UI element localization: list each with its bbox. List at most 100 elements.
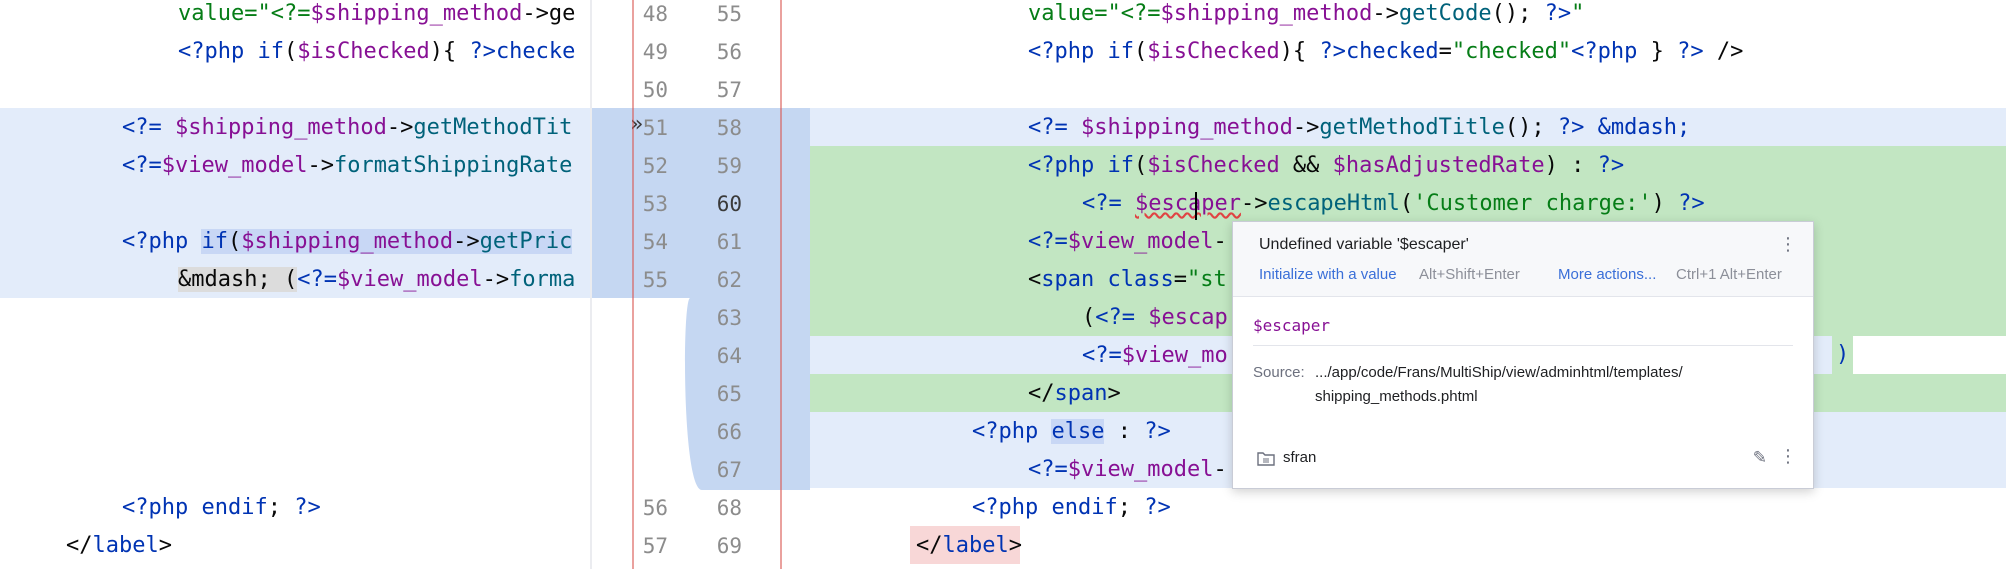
variable-name: $escaper	[1253, 316, 1331, 335]
diff-gutter: 48 55 49 56 50 57 51 58 52 59 53 60 54 61 55 62 63 64 65 66…	[592, 0, 810, 569]
code-token: }	[1650, 39, 1678, 64]
left-line-number: 55	[642, 268, 668, 292]
code-line[interactable]	[0, 299, 592, 337]
left-line-number: 56	[642, 496, 668, 520]
kebab-icon[interactable]: ⋮	[1779, 446, 1797, 467]
code-line[interactable]: <?= $shipping_method->getMethodTit	[0, 109, 592, 147]
code-token: ?>	[1144, 495, 1171, 520]
initialize-with-value-link[interactable]: Initialize with a value	[1259, 266, 1397, 283]
code-line[interactable]: <?php endif; ?>	[810, 489, 2006, 527]
code-token: ?>	[1144, 419, 1171, 444]
code-line[interactable]	[810, 71, 2006, 109]
left-line-number: 53	[642, 192, 668, 216]
shortcut-label: Alt+Shift+Enter	[1419, 266, 1520, 283]
code-token: ->	[1292, 115, 1320, 140]
code-token: if	[1107, 39, 1134, 64]
code-token: -	[1213, 229, 1227, 254]
code-line[interactable]: <?php if($isChecked){ ?>checked="checked…	[810, 33, 2006, 71]
kebab-icon[interactable]: ⋮	[1779, 234, 1797, 255]
code-line-text: <?php if($isChecked){ ?>checked="checked…	[1028, 33, 1743, 71]
code-line-text: <?php if($isChecked && $hasAdjustedRate)…	[1028, 147, 1624, 185]
code-token: $isChecked	[297, 39, 430, 64]
code-line-text: <?=$view_model-	[1028, 451, 1227, 489]
code-token: ;	[1117, 495, 1145, 520]
code-line[interactable]: <?= $escaper->escapeHtml('Customer charg…	[810, 185, 2006, 223]
code-token: $escaper	[1134, 191, 1241, 216]
code-token: ){	[429, 39, 470, 64]
right-line-number: 60	[716, 192, 742, 216]
code-token: <?=	[122, 153, 162, 178]
source-file[interactable]: shipping_methods.phtml	[1315, 388, 1478, 405]
code-token: <?php	[1571, 39, 1651, 64]
code-token: $view_model	[336, 267, 483, 292]
code-token: (	[1082, 305, 1096, 330]
code-line-text: <?= $shipping_method->getMethodTitle(); …	[1028, 109, 1690, 147]
code-token: <?=	[1028, 457, 1068, 482]
diff-connector	[592, 108, 810, 490]
code-line-text: <?php else : ?>	[972, 413, 1171, 451]
right-line-number: 62	[716, 268, 742, 292]
left-line-number: 52	[642, 154, 668, 178]
code-line[interactable]	[0, 185, 592, 223]
source-path[interactable]: .../app/code/Frans/MultiShip/view/adminh…	[1315, 364, 1683, 381]
code-token: $shipping_method	[241, 229, 454, 254]
code-line[interactable]: value="<?=$shipping_method->getCode(); ?…	[810, 0, 2006, 33]
code-token: >	[1008, 533, 1022, 558]
inspection-popup: Undefined variable '$escaper' ⋮ Initiali…	[1232, 221, 1814, 489]
code-line[interactable]	[0, 451, 592, 489]
code-token: <?=	[1082, 191, 1135, 216]
code-token: formatShippingRate	[333, 153, 573, 178]
left-line-number: 57	[642, 534, 668, 558]
more-actions-link[interactable]: More actions...	[1558, 266, 1656, 283]
code-line[interactable]: value="<?=$shipping_method->ge	[0, 0, 592, 33]
code-token: "st	[1186, 267, 1227, 292]
code-line-text: value="<?=$shipping_method->ge	[178, 0, 575, 33]
code-token: ?>	[469, 39, 496, 64]
code-line[interactable]: </label>	[0, 527, 592, 565]
code-line-text: <?=$view_model->formatShippingRate	[122, 147, 572, 185]
code-line[interactable]	[0, 71, 592, 109]
code-token: ->	[1240, 191, 1268, 216]
code-token: ->ge	[522, 1, 576, 26]
code-line-text: </label>	[66, 527, 172, 565]
code-token: ->	[482, 267, 510, 292]
code-line[interactable]	[0, 337, 592, 375]
code-token: ;	[267, 495, 295, 520]
code-line-text: (<?= $escap	[1082, 299, 1228, 337]
right-border-line	[780, 0, 782, 569]
right-line-number: 66	[716, 420, 742, 444]
code-line[interactable]: <?php endif; ?>	[0, 489, 592, 527]
code-line[interactable]	[0, 375, 592, 413]
code-token: ?>	[1677, 39, 1704, 64]
code-line[interactable]: <?= $shipping_method->getMethodTitle(); …	[810, 109, 2006, 147]
code-token: ();	[1491, 1, 1545, 26]
code-token: ?>	[1319, 39, 1346, 64]
left-editor-pane[interactable]: value="<?=$shipping_method->ge <?php if($…	[0, 0, 592, 569]
right-line-number: 64	[716, 344, 742, 368]
code-line[interactable]: <?=$view_model->formatShippingRate	[0, 147, 592, 185]
code-line[interactable]: &mdash; (<?=$view_model->forma	[0, 261, 592, 299]
code-line[interactable]	[0, 413, 592, 451]
code-token: ();	[1504, 115, 1558, 140]
code-line-text: <span class="st	[1028, 261, 1227, 299]
code-token: label	[92, 533, 159, 558]
code-token: (	[1133, 153, 1148, 178]
code-line[interactable]: <?php if($isChecked){ ?>checke	[0, 33, 592, 71]
code-token: ->	[453, 229, 480, 254]
right-line-number: 67	[716, 458, 742, 482]
code-token: ->	[307, 153, 334, 178]
code-token: $shipping_method	[1160, 1, 1373, 26]
code-token: ->	[386, 115, 414, 140]
code-line[interactable]: <?php if($isChecked && $hasAdjustedRate)…	[810, 147, 2006, 185]
right-line-number: 58	[716, 116, 742, 140]
code-line[interactable]: <?php if($shipping_method->getPric	[0, 223, 592, 261]
code-line-text: value="<?=$shipping_method->getCode(); ?…	[1028, 0, 1584, 33]
code-line[interactable]: </label>	[810, 527, 2006, 565]
code-token: getMethodTitle	[1319, 115, 1505, 140]
pencil-icon[interactable]: ✎	[1753, 448, 1767, 468]
code-token: &mdash;	[1597, 115, 1691, 140]
code-token: getMethodTit	[413, 115, 573, 140]
code-token: "	[1571, 1, 1585, 26]
right-line-number: 61	[716, 230, 742, 254]
